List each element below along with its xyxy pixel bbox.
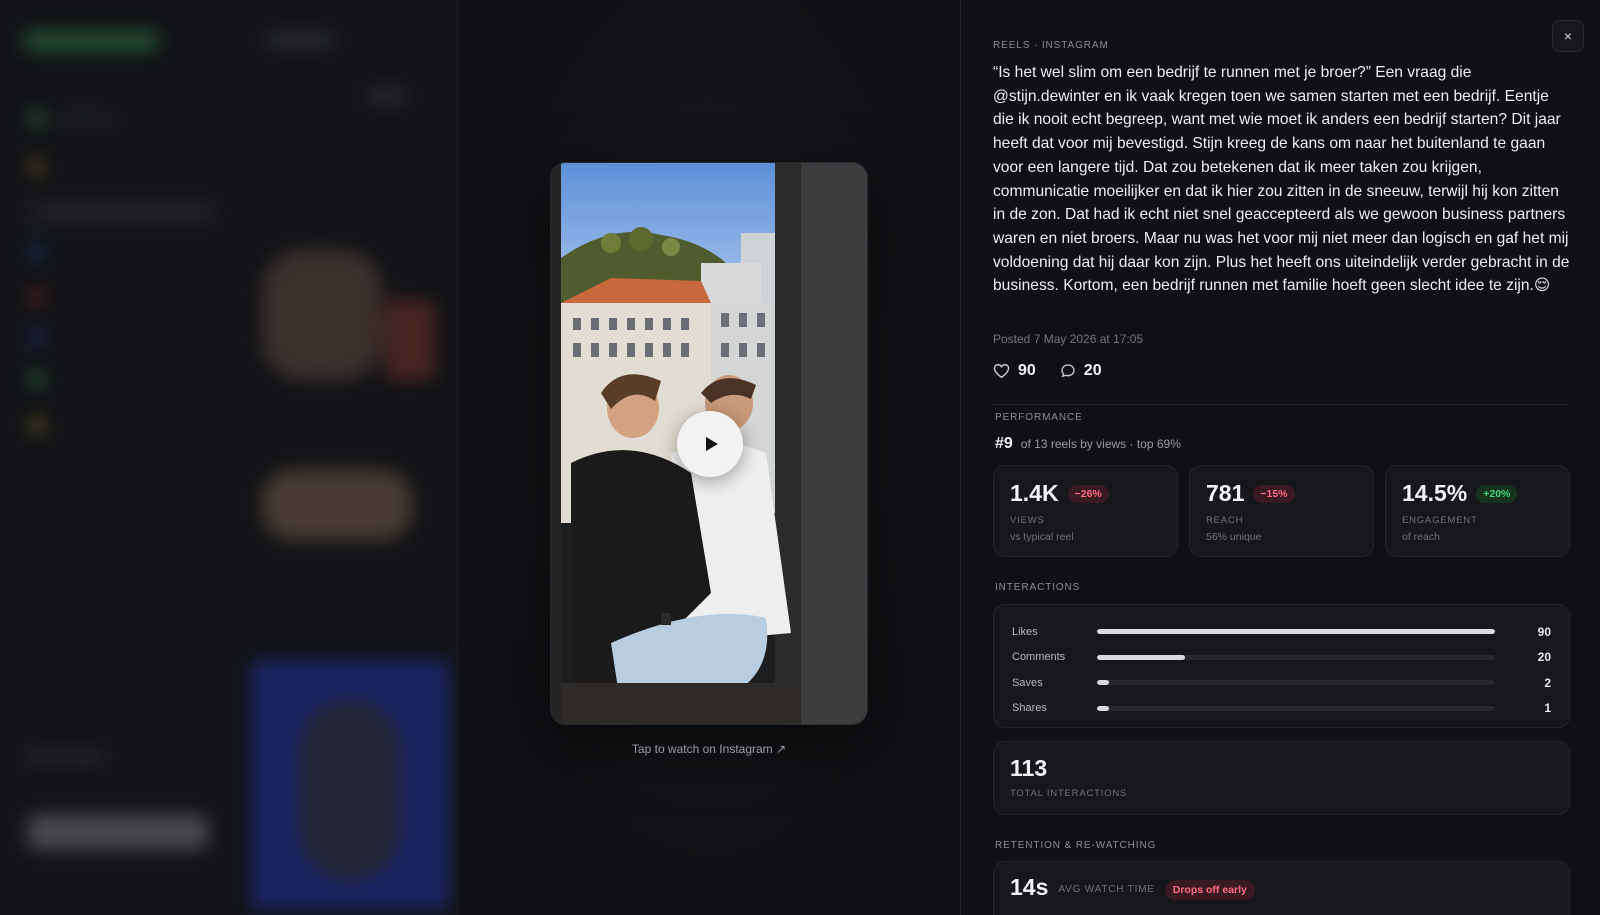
views-value: 1.4K [1010,480,1059,506]
interaction-name: Shares [1012,702,1047,715]
views-subtext: vs typical reel [1010,531,1074,543]
interaction-row-comments: Comments 20 [1012,645,1551,671]
interactions-heading: INTERACTIONS [995,582,1081,593]
comment-icon [1061,364,1075,378]
interaction-bar-fill [1097,654,1185,660]
retention-card: 14s AVG WATCH TIME Drops off early [993,861,1570,915]
source-label: REELS · INSTAGRAM [993,40,1109,51]
interaction-bar-track [1097,654,1495,660]
interaction-bar-track [1097,629,1495,635]
interaction-value: 20 [1537,650,1551,665]
total-interactions-label: TOTAL INTERACTIONS [1010,788,1128,799]
interaction-value: 90 [1537,624,1551,639]
interaction-row-saves: Saves 2 [1012,670,1551,696]
watch-on-instagram-link[interactable]: Tap to watch on Instagram ↗ [458,742,960,756]
interaction-name: Likes [1012,625,1038,638]
reach-value: 781 [1206,480,1245,506]
background-app-blurred [0,0,458,915]
likes-count: 90 [993,362,1036,380]
interaction-name: Comments [1012,651,1066,664]
interaction-name: Saves [1012,676,1043,689]
engagement-value: 14.5% [1402,480,1468,506]
play-icon [705,437,718,451]
reach-label: REACH [1206,515,1244,526]
metric-card-reach: 781 −15% REACH 56% unique [1189,465,1374,557]
reel-video-thumbnail[interactable] [550,162,868,725]
close-button[interactable]: × [1552,20,1584,52]
reach-change-badge: −15% [1253,484,1295,503]
interaction-value: 1 [1544,701,1551,716]
media-stage: Tap to watch on Instagram ↗ [458,0,960,915]
avg-watch-time-label: AVG WATCH TIME [1058,884,1155,895]
interaction-row-shares: Shares 1 [1012,696,1551,722]
metric-card-engagement: 14.5% +20% ENGAGEMENT of reach [1385,465,1570,557]
rank-description: of 13 reels by views · top 69% [1020,437,1181,451]
reel-caption: “Is het wel slim om een bedrijf te runne… [993,64,1570,295]
comments-count: 20 [1060,362,1102,380]
interaction-row-likes: Likes 90 [1012,619,1551,645]
interactions-breakdown: Likes 90 Comments 20 Saves 2 Shares 1 [993,604,1570,728]
avg-watch-time-value: 14s [1010,874,1049,900]
comments-value: 20 [1083,362,1102,379]
performance-heading: PERFORMANCE [995,412,1083,423]
engagement-subtext: of reach [1402,531,1440,543]
heart-icon [993,363,1010,379]
retention-status-badge: Drops off early [1164,880,1255,900]
metric-card-views: 1.4K −26% VIEWS vs typical reel [993,465,1178,557]
likes-value: 90 [1018,362,1036,379]
interaction-bar-track [1097,680,1495,686]
engagement-change-badge: +20% [1476,484,1518,503]
interaction-bar-fill [1097,705,1109,711]
interaction-bar-track [1097,705,1495,711]
blurred-content [0,0,457,915]
retention-heading: RETENTION & RE-WATCHING [995,840,1157,851]
rank-summary: #9 of 13 reels by views · top 69% [995,435,1181,453]
engagement-summary: 90 20 [993,362,1102,380]
total-interactions-value: 113 [1010,755,1048,781]
views-change-badge: −26% [1067,484,1109,503]
interaction-bar-fill [1097,629,1495,635]
rank-number: #9 [995,435,1013,452]
reach-subtext: 56% unique [1206,531,1262,543]
posted-timestamp: Posted 7 May 2026 at 17:05 [993,332,1144,346]
reel-detail-panel: × REELS · INSTAGRAM “Is het wel slim om … [960,0,1600,915]
total-interactions-card: 113 TOTAL INTERACTIONS [993,741,1570,815]
section-divider [993,404,1569,405]
engagement-label: ENGAGEMENT [1402,515,1478,526]
play-button[interactable] [677,411,743,477]
interaction-bar-fill [1097,680,1109,686]
views-label: VIEWS [1010,515,1045,526]
interaction-value: 2 [1544,675,1551,690]
